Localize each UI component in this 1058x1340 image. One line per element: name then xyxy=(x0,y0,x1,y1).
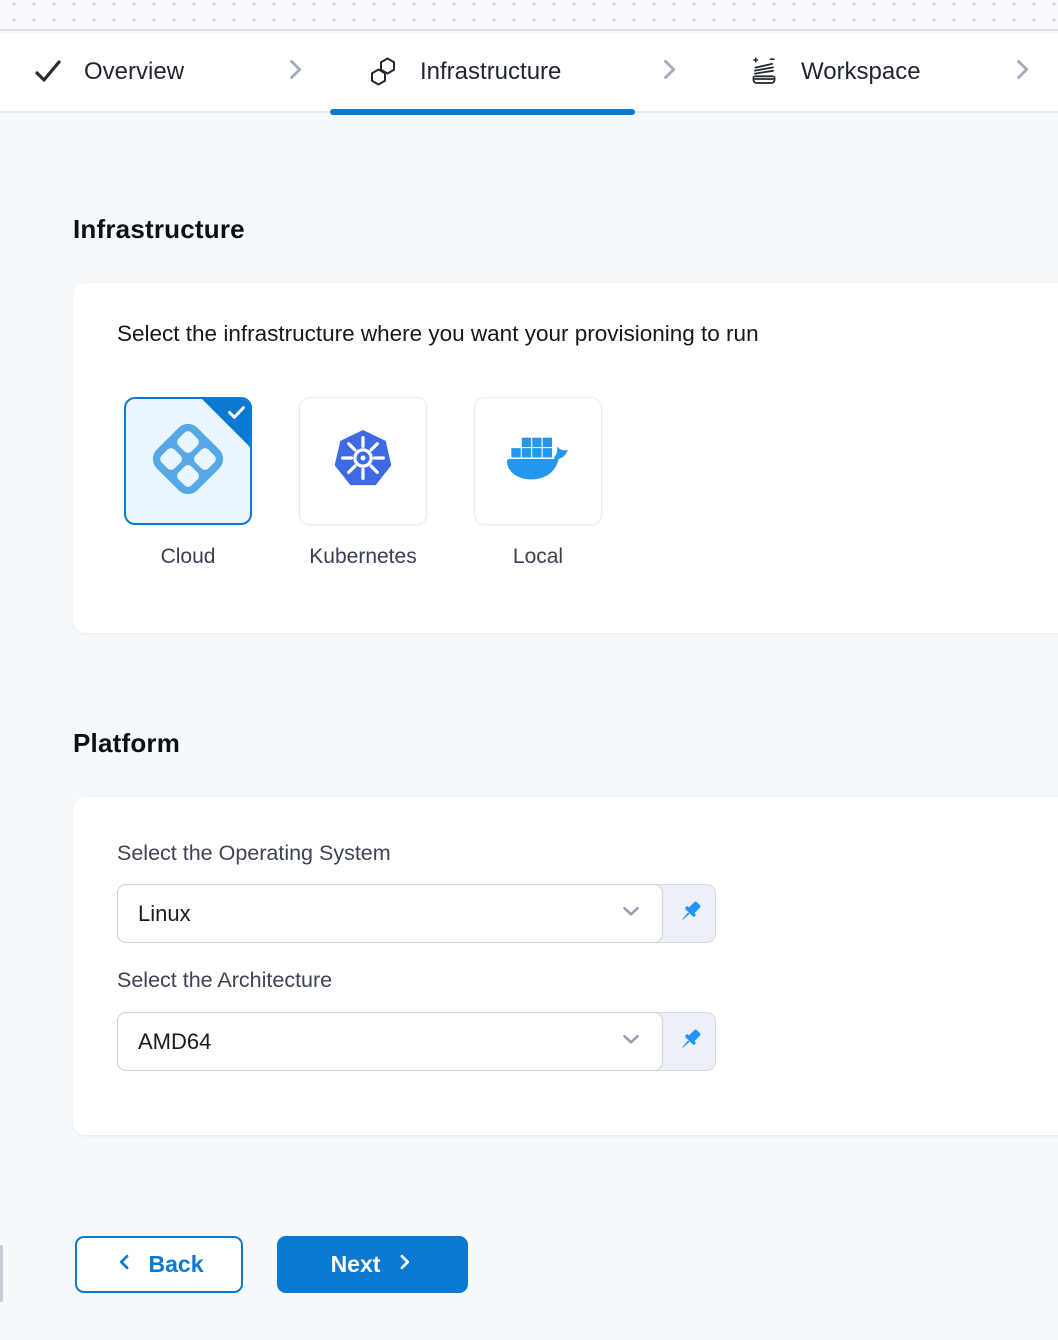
cloud-tile[interactable] xyxy=(124,397,252,525)
next-button-label: Next xyxy=(331,1251,381,1278)
left-edge-scrollbar-sliver[interactable] xyxy=(0,1245,3,1302)
arch-select-value: AMD64 xyxy=(138,1029,211,1055)
wizard-stepper: Overview Infrastructure xyxy=(0,33,1058,113)
docker-whale-icon xyxy=(505,434,571,489)
os-field-label: Select the Operating System xyxy=(117,841,391,866)
chevron-down-icon xyxy=(618,898,644,930)
chevron-right-icon xyxy=(1008,56,1036,89)
os-pin-button[interactable] xyxy=(663,884,716,943)
kubernetes-icon xyxy=(332,428,394,495)
selected-check-icon xyxy=(228,406,245,419)
chevron-right-icon xyxy=(281,56,309,89)
step-workspace[interactable]: Workspace xyxy=(748,33,921,111)
arch-select[interactable]: AMD64 xyxy=(117,1012,663,1071)
next-button[interactable]: Next xyxy=(277,1236,468,1293)
back-button[interactable]: Back xyxy=(75,1236,243,1293)
infrastructure-options: Cloud xyxy=(124,397,602,569)
hexagons-icon xyxy=(367,56,399,88)
os-select-value: Linux xyxy=(138,901,191,927)
arch-select-group: AMD64 xyxy=(117,1012,716,1071)
back-button-label: Back xyxy=(149,1251,204,1278)
chevron-right-icon xyxy=(394,1251,414,1278)
os-select[interactable]: Linux xyxy=(117,884,663,943)
chevron-right-icon xyxy=(655,56,683,89)
arch-pin-button[interactable] xyxy=(663,1012,716,1071)
active-step-underline xyxy=(330,109,635,115)
platform-card: Select the Operating System Linux xyxy=(73,797,1058,1135)
pin-icon xyxy=(675,897,705,930)
option-cloud[interactable]: Cloud xyxy=(124,397,252,569)
infrastructure-card: Select the infrastructure where you want… xyxy=(73,283,1058,633)
os-select-group: Linux xyxy=(117,884,716,943)
cloud-diamond-icon xyxy=(142,413,234,510)
option-local[interactable]: Local xyxy=(474,397,602,569)
platform-section-title: Platform xyxy=(73,728,180,759)
step-overview[interactable]: Overview xyxy=(33,33,184,111)
option-kubernetes[interactable]: Kubernetes xyxy=(299,397,427,569)
kubernetes-tile[interactable] xyxy=(299,397,427,525)
infrastructure-section-title: Infrastructure xyxy=(73,214,245,245)
layers-stack-icon xyxy=(748,56,780,88)
infrastructure-prompt: Select the infrastructure where you want… xyxy=(117,321,759,347)
step-label: Infrastructure xyxy=(420,58,561,86)
step-label: Workspace xyxy=(801,58,921,86)
chevron-down-icon xyxy=(618,1026,644,1058)
dotted-header-strip xyxy=(0,0,1058,31)
option-label: Cloud xyxy=(161,545,216,569)
chevron-left-icon xyxy=(115,1251,135,1278)
pin-icon xyxy=(675,1025,705,1058)
step-infrastructure[interactable]: Infrastructure xyxy=(367,33,561,111)
arch-field-label: Select the Architecture xyxy=(117,968,332,993)
option-label: Local xyxy=(513,545,563,569)
wizard-actions: Back Next xyxy=(75,1236,468,1293)
check-icon xyxy=(33,57,63,87)
step-label: Overview xyxy=(84,58,184,86)
option-label: Kubernetes xyxy=(309,545,416,569)
local-tile[interactable] xyxy=(474,397,602,525)
